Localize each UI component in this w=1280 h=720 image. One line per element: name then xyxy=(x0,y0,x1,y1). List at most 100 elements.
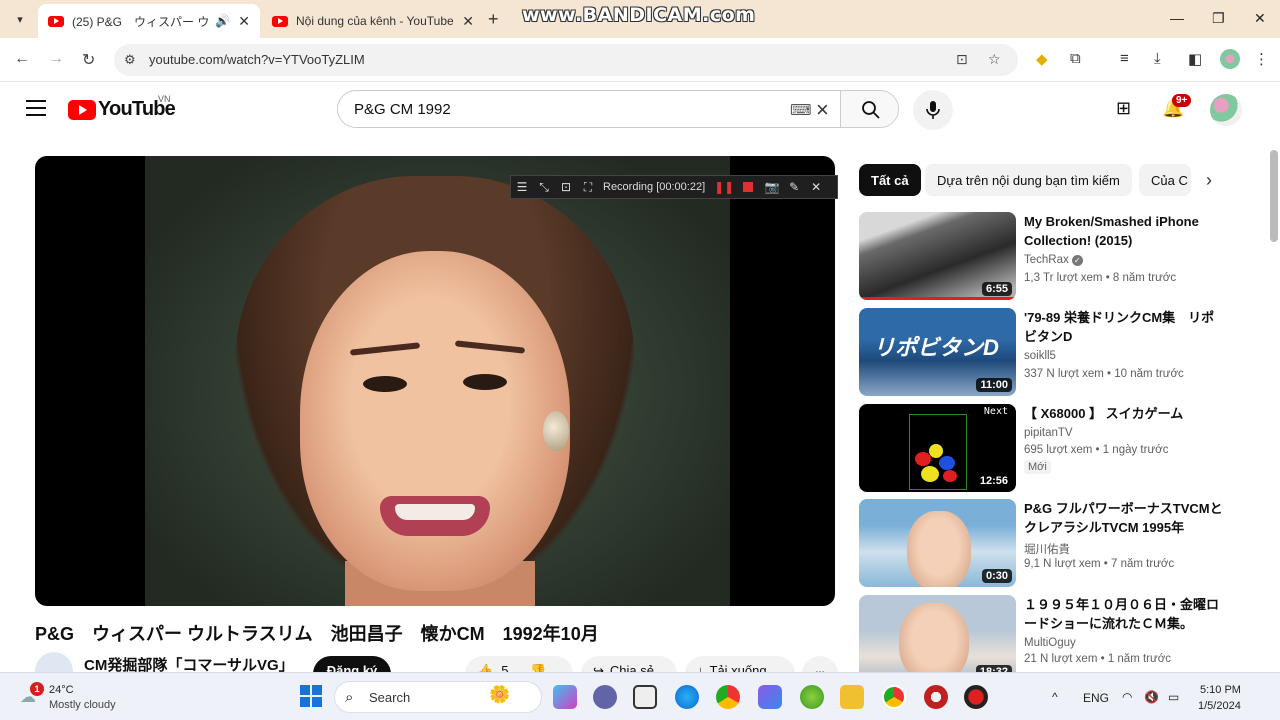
chip-channel[interactable]: Của C xyxy=(1139,164,1191,196)
recommendation-title[interactable]: My Broken/Smashed iPhone Collection! (20… xyxy=(1024,212,1224,250)
browser-menu-icon[interactable]: ⋮ xyxy=(1254,50,1269,68)
extension-shield-icon[interactable]: ◆ xyxy=(1036,50,1048,68)
battery-icon[interactable]: ▭ xyxy=(1168,690,1179,704)
downloads-icon[interactable]: ⤓ xyxy=(1154,50,1161,67)
teams-meet-icon[interactable] xyxy=(593,685,617,709)
page-scrollbar[interactable] xyxy=(1270,150,1278,242)
recorder-shrink-icon[interactable]: ⤡ xyxy=(533,180,555,195)
media-controls-icon[interactable]: ≡ xyxy=(1120,50,1129,67)
recommendation-title[interactable]: P&G フルパワーボーナスTVCMとクレアラシルTVCM 1995年 xyxy=(1024,499,1224,537)
side-panel-icon[interactable]: ◧ xyxy=(1188,50,1202,68)
video-duration: 0:30 xyxy=(981,569,1012,583)
stop-recording-icon[interactable] xyxy=(743,182,754,192)
chip-based-on-search[interactable]: Dựa trên nội dung bạn tìm kiếm xyxy=(925,164,1132,196)
account-avatar[interactable] xyxy=(1210,94,1242,126)
video-thumbnail[interactable]: 18:32 xyxy=(859,595,1016,683)
site-info-icon[interactable]: ⚙ xyxy=(124,52,136,68)
tab-search-icon[interactable]: ▾ xyxy=(8,8,32,30)
recommendation-item[interactable]: 18:32 １９９５年１０月０６日・金曜ロードショーに流れたＣＭ集。 Multi… xyxy=(859,595,1259,683)
bookmark-star-icon[interactable]: ☆ xyxy=(988,51,1001,68)
file-explorer-icon[interactable] xyxy=(840,685,864,709)
recommendation-meta: 9,1 N lượt xem • 7 năm trước xyxy=(1024,558,1175,570)
search-button[interactable] xyxy=(840,91,898,127)
app-icon[interactable] xyxy=(758,685,782,709)
recommendation-channel[interactable]: TechRax xyxy=(1024,254,1069,266)
recommendation-channel[interactable]: MultiOguy xyxy=(1024,637,1076,649)
tab-title: (25) P&G ウィスパー ウルトラス xyxy=(72,14,210,29)
clear-search-icon[interactable]: × xyxy=(816,97,829,123)
video-player[interactable] xyxy=(35,156,835,606)
recommendation-meta: 695 lượt xem • 1 ngày trước xyxy=(1024,444,1169,456)
game-fruit-shape xyxy=(939,456,955,470)
taskbar-search-box[interactable]: ⌕ Search 🌼 xyxy=(334,681,542,713)
video-thumbnail[interactable]: 6:55 xyxy=(859,212,1016,300)
tab-close-icon[interactable]: ✕ xyxy=(238,13,250,30)
new-badge: Mới xyxy=(1024,460,1051,474)
bandicam-record-icon[interactable] xyxy=(964,685,988,709)
wechat-icon[interactable] xyxy=(800,685,824,709)
recommendation-channel-row: TechRax ✓ xyxy=(1024,254,1083,266)
recommendation-title[interactable]: １９９５年１０月０６日・金曜ロードショーに流れたＣＭ集。 xyxy=(1024,595,1224,633)
recommendation-channel[interactable]: soikll5 xyxy=(1024,350,1056,362)
profile-avatar[interactable] xyxy=(1220,49,1240,69)
recommendation-channel[interactable]: 堀川佑貴 xyxy=(1024,541,1070,557)
weather-description: Mostly cloudy xyxy=(49,699,116,711)
restore-button[interactable]: ❐ xyxy=(1212,10,1225,27)
close-window-button[interactable]: ✕ xyxy=(1254,10,1266,27)
clock-time[interactable]: 5:10 PM xyxy=(1200,684,1241,696)
recommendation-item[interactable]: 6:55 My Broken/Smashed iPhone Collection… xyxy=(859,212,1259,300)
create-video-icon[interactable]: ⊞ xyxy=(1116,98,1131,119)
volume-muted-icon[interactable]: 🔇 xyxy=(1144,690,1159,704)
input-language[interactable]: ENG xyxy=(1083,691,1109,705)
recorder-region-icon[interactable]: ⊡ xyxy=(555,180,577,194)
new-tab-button[interactable]: + xyxy=(488,9,499,30)
wifi-icon[interactable]: ◠ xyxy=(1122,690,1132,704)
edge-browser-icon[interactable] xyxy=(675,685,699,709)
copilot-icon[interactable] xyxy=(553,685,577,709)
chrome-icon[interactable] xyxy=(716,685,740,709)
recorder-close-icon[interactable]: ✕ xyxy=(805,180,827,194)
video-thumbnail[interactable]: リポビタンD 11:00 xyxy=(859,308,1016,396)
video-title: P&G ウィスパー ウルトラスリム 池田昌子 懐かCM 1992年10月 xyxy=(35,624,599,644)
video-thumbnail[interactable]: Next 12:56 xyxy=(859,404,1016,492)
recommendation-channel[interactable]: pipitanTV xyxy=(1024,427,1073,439)
show-hidden-icons-icon[interactable]: ^ xyxy=(1052,690,1058,704)
minimize-button[interactable]: — xyxy=(1170,10,1184,26)
extensions-puzzle-icon[interactable]: ⧉ xyxy=(1070,50,1081,67)
reload-button[interactable]: ↻ xyxy=(82,50,95,70)
recorder-crop-icon[interactable]: ⛶ xyxy=(577,180,599,195)
windows-start-icon[interactable] xyxy=(300,685,324,709)
tab-close-icon[interactable]: ✕ xyxy=(462,13,474,30)
browser-tab-active[interactable]: (25) P&G ウィスパー ウルトラス 🔊 ✕ xyxy=(38,4,260,38)
hamburger-menu-icon[interactable] xyxy=(26,100,46,116)
install-app-icon[interactable]: ⊡ xyxy=(956,51,968,68)
recorder-menu-icon[interactable]: ☰ xyxy=(511,180,533,194)
audio-playing-icon[interactable]: 🔊 xyxy=(215,14,230,28)
back-button[interactable]: ← xyxy=(14,50,30,68)
thumbnail-text: Next xyxy=(983,406,1008,417)
chevron-right-icon[interactable]: › xyxy=(1206,170,1212,191)
recommendation-title[interactable]: '79-89 栄養ドリンクCM集 リポビタンD xyxy=(1024,308,1224,346)
clock-date[interactable]: 1/5/2024 xyxy=(1198,700,1241,712)
address-bar[interactable]: ⚙ youtube.com/watch?v=YTVooTyZLIM ⊡ ☆ xyxy=(114,44,1018,76)
draw-pen-icon[interactable]: ✎ xyxy=(783,180,805,194)
recommendation-item[interactable]: 0:30 P&G フルパワーボーナスTVCMとクレアラシルTVCM 1995年 … xyxy=(859,499,1259,587)
taskbar-search-placeholder: Search xyxy=(369,690,411,705)
search-input[interactable]: P&G CM 1992 xyxy=(354,101,451,118)
chrome-profile-icon[interactable] xyxy=(882,685,906,709)
recommendation-title[interactable]: 【 X68000 】 スイカゲーム xyxy=(1024,404,1224,423)
task-view-icon[interactable] xyxy=(633,685,657,709)
keyboard-icon[interactable]: ⌨ xyxy=(790,101,812,119)
forward-button[interactable]: → xyxy=(48,50,64,68)
tab-title: Nội dung của kênh - YouTube S xyxy=(296,14,455,28)
video-thumbnail[interactable]: 0:30 xyxy=(859,499,1016,587)
search-box[interactable]: P&G CM 1992 ⌨ × xyxy=(337,90,899,128)
capture-app-icon[interactable] xyxy=(924,685,948,709)
recommendation-item[interactable]: リポビタンD 11:00 '79-89 栄養ドリンクCM集 リポビタンD soi… xyxy=(859,308,1259,396)
voice-search-button[interactable] xyxy=(913,90,953,130)
chip-all[interactable]: Tất cả xyxy=(859,164,921,196)
pause-recording-icon[interactable]: ❚❚ xyxy=(713,180,735,194)
browser-tab[interactable]: Nội dung của kênh - YouTube S ✕ xyxy=(262,4,484,38)
recommendation-item[interactable]: Next 12:56 【 X68000 】 スイカゲーム pipitanTV 6… xyxy=(859,404,1259,492)
screenshot-camera-icon[interactable]: 📷 xyxy=(761,180,783,194)
